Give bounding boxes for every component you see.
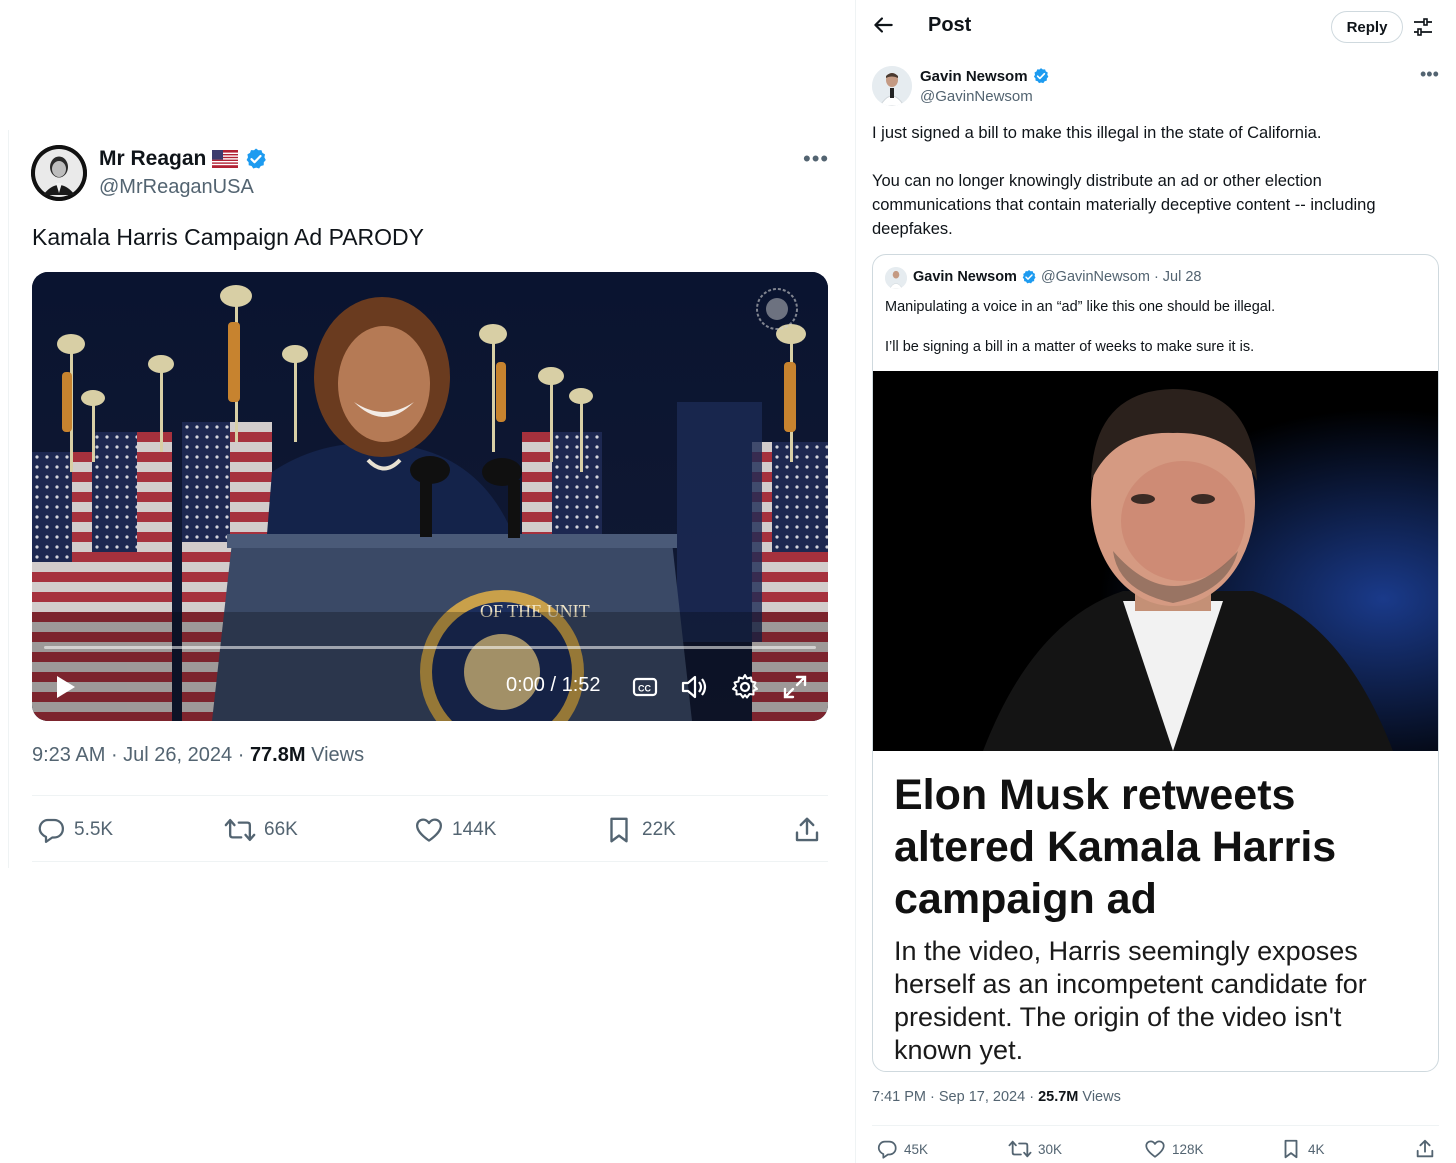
reply-icon	[876, 1138, 898, 1160]
divider	[872, 1125, 1439, 1126]
author-handle[interactable]: @MrReaganUSA	[99, 176, 254, 199]
share-button[interactable]	[1414, 1136, 1436, 1162]
verified-badge-icon	[244, 147, 268, 171]
author-handle[interactable]: @GavinNewsom	[920, 88, 1033, 105]
reply-action-button[interactable]: 45K	[876, 1136, 928, 1162]
like-count: 128K	[1172, 1141, 1204, 1157]
tweet-metadata: 9:23 AM · Jul 26, 2024 · 77.8M Views	[32, 744, 364, 767]
repost-count: 66K	[264, 819, 298, 840]
repost-count: 30K	[1038, 1141, 1063, 1157]
article-subheadline: In the video, Harris seemingly exposes h…	[894, 936, 1367, 1065]
quote-author-name: Gavin Newsom	[913, 269, 1017, 285]
reply-button[interactable]: Reply	[1331, 11, 1403, 43]
tweet-date[interactable]: Sep 17, 2024	[939, 1089, 1025, 1105]
heart-icon	[1144, 1138, 1166, 1160]
tweet-paragraph: I just signed a bill to make this illega…	[872, 124, 1322, 142]
heart-icon	[414, 815, 444, 845]
more-options-icon[interactable]: •••	[803, 146, 829, 172]
back-arrow-icon[interactable]	[870, 12, 896, 38]
meta-separator: ·	[930, 1089, 939, 1105]
tweet-date[interactable]: Jul 26, 2024	[123, 744, 232, 766]
author-name-row: Mr Reagan	[99, 146, 268, 172]
author-name[interactable]: Mr Reagan	[99, 147, 206, 171]
quote-date: Jul 28	[1162, 269, 1202, 285]
share-icon	[1414, 1138, 1436, 1160]
reply-icon	[36, 815, 66, 845]
views-count: 25.7M	[1038, 1089, 1079, 1105]
bookmark-count: 22K	[642, 819, 676, 840]
video-progress-bar[interactable]	[44, 646, 816, 649]
repost-icon	[1008, 1138, 1032, 1160]
fullscreen-icon[interactable]	[780, 672, 810, 702]
meta-separator: ·	[110, 744, 124, 766]
video-time: 0:00 / 1:52	[506, 674, 601, 696]
tweet-text: I just signed a bill to make this illega…	[872, 121, 1440, 265]
right-tweet-panel: Post Reply Gavin Newsom @GavinNewsom •••…	[855, 0, 1456, 1163]
views-label: Views	[311, 744, 365, 766]
tweet-time[interactable]: 9:23 AM	[32, 744, 105, 766]
share-icon	[792, 815, 822, 845]
tweet-text: Kamala Harris Campaign Ad PARODY	[32, 224, 424, 250]
settings-gear-icon[interactable]	[730, 672, 760, 702]
video-controls: 0:00 / 1:52 CC	[32, 668, 828, 708]
bookmark-icon	[1280, 1138, 1302, 1160]
action-bar: 5.5K 66K 144K 22K	[32, 810, 828, 850]
tweet-metadata: 7:41 PM · Sep 17, 2024 · 25.7M Views	[872, 1089, 1121, 1105]
quote-separator: ·	[1153, 269, 1159, 285]
bookmark-button[interactable]: 22K	[604, 810, 676, 850]
views-count: 77.8M	[249, 744, 306, 766]
repost-button[interactable]: 66K	[224, 810, 298, 850]
quoted-tweet[interactable]: Gavin Newsom @GavinNewsom · Jul 28 Manip…	[872, 254, 1439, 1072]
video-player[interactable]: OF THE UNIT 0:00 / 1:52 CC	[32, 272, 828, 721]
views-label: Views	[1082, 1089, 1121, 1105]
reply-button[interactable]: 5.5K	[36, 810, 113, 850]
filter-sliders-icon[interactable]	[1412, 16, 1434, 38]
volume-icon[interactable]	[679, 672, 709, 702]
article-headline: Elon Musk retweets altered Kamala Harris…	[894, 771, 1337, 923]
play-icon[interactable]	[50, 672, 80, 702]
like-count: 144K	[452, 819, 497, 840]
reply-count: 45K	[904, 1141, 929, 1157]
quote-handle: @GavinNewsom	[1040, 269, 1150, 285]
mr-reagan-avatar[interactable]	[31, 145, 87, 201]
tweet-paragraph: You can no longer knowingly distribute a…	[872, 172, 1376, 238]
us-flag-icon	[212, 150, 239, 168]
quote-text: Manipulating a voice in an “ad” like thi…	[885, 297, 1425, 377]
left-tweet: Mr Reagan @MrReaganUSA ••• Kamala Harris…	[8, 130, 846, 868]
verified-badge-icon	[1032, 67, 1050, 85]
svg-text:CC: CC	[638, 684, 651, 694]
quote-avatar	[885, 267, 907, 289]
verified-badge-icon	[1021, 269, 1037, 285]
like-button[interactable]: 144K	[414, 810, 496, 850]
video-frame-illustration: OF THE UNIT	[32, 272, 828, 721]
repost-icon	[224, 815, 256, 845]
quote-paragraph: I’ll be signing a bill in a matter of we…	[885, 339, 1255, 355]
more-options-icon[interactable]: •••	[1420, 64, 1439, 85]
divider	[32, 795, 828, 796]
tweet-time[interactable]: 7:41 PM	[872, 1089, 926, 1105]
bookmark-count: 4K	[1308, 1141, 1325, 1157]
action-bar: 45K 30K 128K 4K	[872, 1136, 1439, 1162]
author-name-row: Gavin Newsom	[920, 66, 1050, 86]
reply-count: 5.5K	[74, 819, 114, 840]
bookmark-button[interactable]: 4K	[1280, 1136, 1325, 1162]
repost-button[interactable]: 30K	[1008, 1136, 1062, 1162]
captions-icon[interactable]: CC	[630, 672, 660, 702]
quote-paragraph: Manipulating a voice in an “ad” like thi…	[885, 299, 1276, 315]
quote-image[interactable]	[873, 371, 1438, 751]
page-title: Post	[928, 14, 972, 36]
quote-header: Gavin Newsom @GavinNewsom · Jul 28	[913, 269, 1202, 285]
author-name[interactable]: Gavin Newsom	[920, 68, 1028, 85]
divider	[32, 861, 828, 862]
like-button[interactable]: 128K	[1144, 1136, 1204, 1162]
portrait-illustration	[873, 371, 1438, 751]
bookmark-icon	[604, 815, 634, 845]
meta-separator: ·	[237, 744, 250, 766]
share-button[interactable]	[792, 810, 822, 850]
gavin-newsom-avatar[interactable]	[872, 66, 912, 106]
meta-separator: ·	[1029, 1089, 1039, 1105]
